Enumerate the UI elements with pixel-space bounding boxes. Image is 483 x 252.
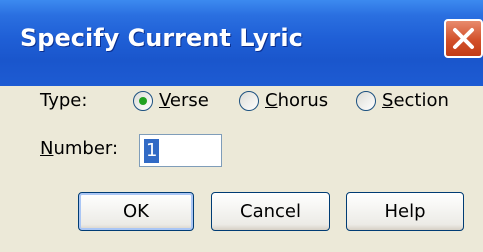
radio-section[interactable]: Section — [356, 90, 466, 114]
radio-chorus-mnemonic: C — [265, 90, 278, 111]
close-button[interactable] — [444, 19, 483, 58]
radio-chorus-label: Chorus — [265, 90, 328, 111]
radio-verse[interactable]: Verse — [133, 90, 228, 114]
radio-chorus-text: horus — [277, 90, 329, 111]
close-icon — [453, 28, 474, 49]
radio-verse-label: Verse — [159, 90, 209, 111]
number-label: Number: — [40, 138, 118, 159]
number-label-text: umber: — [53, 138, 119, 159]
title-bar[interactable]: Specify Current Lyric — [0, 0, 483, 86]
radio-section-text: ection — [393, 90, 449, 111]
cancel-button[interactable]: Cancel — [211, 192, 330, 231]
number-input[interactable]: 1 — [139, 134, 222, 167]
number-label-mnemonic: N — [40, 138, 54, 159]
radio-selected-dot — [139, 97, 147, 105]
radio-verse-indicator[interactable] — [133, 91, 153, 111]
type-label: Type: — [40, 90, 88, 111]
radio-verse-text: erse — [169, 90, 209, 111]
radio-chorus-indicator[interactable] — [239, 91, 259, 111]
radio-section-label: Section — [382, 90, 449, 111]
radio-chorus[interactable]: Chorus — [239, 90, 347, 114]
ok-button[interactable]: OK — [78, 192, 194, 231]
help-button[interactable]: Help — [346, 192, 464, 231]
number-input-value: 1 — [144, 139, 160, 163]
window-title: Specify Current Lyric — [20, 24, 303, 52]
dialog-window: Specify Current Lyric Type: Verse Chorus… — [0, 0, 483, 252]
radio-section-mnemonic: S — [382, 90, 394, 111]
radio-section-indicator[interactable] — [356, 91, 376, 111]
radio-verse-mnemonic: V — [159, 90, 170, 111]
